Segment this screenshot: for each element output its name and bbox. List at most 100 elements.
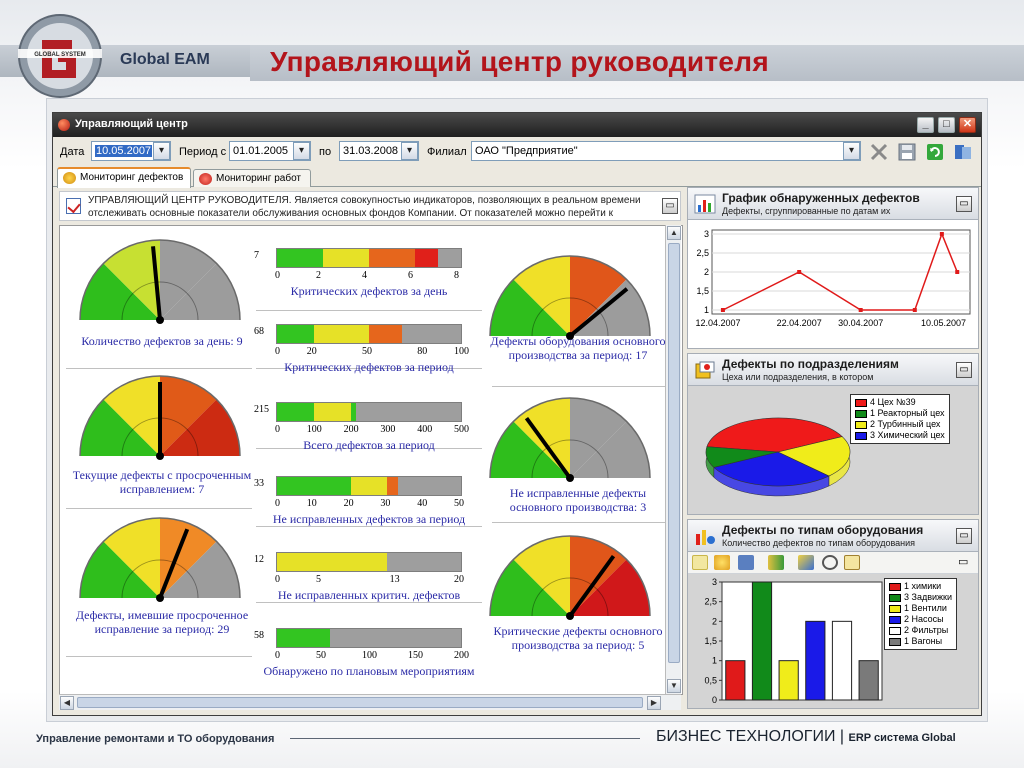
filter-toolbar: Дата 10.05.2007 ▾ Период с 01.01.2005 ▾ … <box>53 137 981 167</box>
legend-swatch <box>889 626 901 635</box>
panel-by-division-restore-button[interactable]: ▭ <box>956 362 972 378</box>
notes-icon[interactable] <box>844 555 860 570</box>
bar[interactable] <box>831 620 853 701</box>
window-title: Управляющий центр <box>75 118 188 130</box>
gauge-caption-daily: Количество дефектов за день: 9 <box>81 334 243 348</box>
close-button[interactable]: ✕ <box>959 117 976 133</box>
chart-type-icon[interactable] <box>768 555 784 570</box>
cancel-icon[interactable] <box>869 142 889 162</box>
bar-tick-label: 30 <box>380 498 391 509</box>
tab-strip: Мониторинг дефектов Мониторинг работ <box>53 167 981 188</box>
gauge <box>79 375 241 460</box>
panel-defects-chart: График обнаруженных дефектов Дефекты, сг… <box>687 187 979 349</box>
info-restore-button[interactable]: ▭ <box>662 198 678 214</box>
divider <box>256 526 482 527</box>
panel-by-equipment-title: Дефекты по типам оборудования <box>722 523 924 537</box>
bar-segment <box>277 477 351 495</box>
legend-swatch <box>889 637 901 646</box>
bar-segment <box>369 325 403 343</box>
gauge-caption-unfixed-main: Не исправленные дефекты основного произв… <box>509 486 647 514</box>
tab-works-label: Мониторинг работ <box>216 173 302 184</box>
gauge <box>79 517 241 602</box>
data-point[interactable] <box>939 232 944 236</box>
bar-tick-label: 0 <box>275 424 280 435</box>
bar-tick-label: 2 <box>316 270 321 281</box>
export-icon[interactable] <box>953 142 973 162</box>
tab-works-monitoring[interactable]: Мониторинг работ <box>193 169 311 187</box>
bar-tick-label: 300 <box>380 424 396 435</box>
legend-item: 1 химики <box>889 581 952 592</box>
period-from-label: Период с <box>179 146 227 158</box>
scroll-up-button[interactable]: ▲ <box>667 226 681 240</box>
bar-segment <box>350 477 388 495</box>
bar-legend: 1 химики 3 Задвижки 1 Вентили 2 Насосы 2 Фил… <box>884 578 957 650</box>
data-point[interactable] <box>912 308 917 312</box>
vertical-scrollbar[interactable]: ▲ ▼ <box>665 225 681 695</box>
legend-item: 3 Химический цех <box>855 430 945 441</box>
bar-segment <box>313 325 369 343</box>
zoom-icon[interactable] <box>822 555 838 570</box>
period-from-dropdown-button[interactable]: ▾ <box>293 142 310 160</box>
bar[interactable] <box>751 581 773 701</box>
bar-tick-label: 20 <box>343 498 354 509</box>
tab-defects-monitoring[interactable]: Мониторинг дефектов <box>57 167 191 188</box>
panel-by-division-subtitle: Цеха или подразделения, в котором <box>722 372 874 382</box>
period-to-dropdown-button[interactable]: ▾ <box>401 142 418 160</box>
chart-mini-toolbar: ▭ <box>688 552 978 574</box>
save-icon[interactable] <box>897 142 917 162</box>
bar-tick-label: 13 <box>389 574 400 585</box>
legend-label: 2 Фильтры <box>904 625 949 635</box>
panel-defects-chart-restore-button[interactable]: ▭ <box>956 196 972 212</box>
scroll-left-button[interactable]: ◀ <box>60 696 74 710</box>
footer-line <box>290 738 640 739</box>
maximize-button[interactable]: □ <box>938 117 955 133</box>
bar-tick-label: 50 <box>454 498 464 509</box>
legend-label: 1 химики <box>904 581 942 591</box>
date-dropdown-button[interactable]: ▾ <box>153 142 170 160</box>
bar[interactable] <box>725 660 746 701</box>
data-point[interactable] <box>720 308 725 312</box>
bar-tick-label: 0 <box>275 346 280 357</box>
panel-by-division-header: Дефекты по подразделениям Цеха или подра… <box>688 354 978 386</box>
window-titlebar[interactable]: Управляющий центр _ □ ✕ <box>53 113 981 137</box>
data-point[interactable] <box>955 270 960 274</box>
data-point[interactable] <box>858 308 863 312</box>
divider <box>256 310 482 311</box>
scroll-down-button[interactable]: ▼ <box>667 679 681 693</box>
defects-line-chart[interactable]: 1 1,5 2 2,5 3 12.04.2007 22.04.2007 30.04.2007 1… <box>688 220 978 348</box>
pointer-tool-icon[interactable] <box>692 555 708 570</box>
minimize-button[interactable]: _ <box>917 117 934 133</box>
horizontal-scrollbar[interactable]: ◀ ▶ <box>59 694 681 710</box>
bar-title: Критических дефектов за период <box>284 360 454 374</box>
branch-dropdown-button[interactable]: ▾ <box>843 142 860 160</box>
bar-segment <box>277 403 314 421</box>
bar-title: Обнаружено по плановым мероприятиям <box>263 664 475 678</box>
rotate-tool-icon[interactable] <box>714 555 730 570</box>
bar-title: Не исправленных дефектов за период <box>272 512 466 526</box>
scroll-right-button[interactable]: ▶ <box>647 696 661 710</box>
bar[interactable] <box>805 620 826 701</box>
refresh-icon[interactable] <box>925 142 945 162</box>
divider <box>492 386 666 387</box>
y-tick-label: 2,5 <box>696 248 709 258</box>
gauge-hub <box>566 612 574 620</box>
chart-restore-icon[interactable]: ▭ <box>958 555 968 568</box>
bar-tick-label: 20 <box>454 574 464 585</box>
horizontal-scroll-thumb[interactable] <box>77 697 643 708</box>
panel-by-equipment-restore-button[interactable]: ▭ <box>956 528 972 544</box>
bar-tick-label: 6 <box>408 270 413 281</box>
legend-item: 3 Задвижки <box>889 592 952 603</box>
pie-legend: 4 Цех №39 1 Реакторный цех 2 Турбинный цех… <box>850 394 950 444</box>
legend-label: 2 Турбинный цех <box>870 419 941 429</box>
bar[interactable] <box>858 660 879 701</box>
bar[interactable] <box>778 660 799 701</box>
bar-track <box>276 476 462 496</box>
move-tool-icon[interactable] <box>798 555 814 570</box>
branch-field[interactable]: ОАО "Предприятие" <box>471 141 861 161</box>
vertical-scroll-thumb[interactable] <box>668 243 680 663</box>
legend-label: 2 Насосы <box>904 614 944 624</box>
data-point[interactable] <box>797 270 802 274</box>
info-banner: УПРАВЛЯЮЩИЙ ЦЕНТР РУКОВОДИТЕЛЯ. Является… <box>59 191 681 221</box>
bar-segment <box>387 477 399 495</box>
save-chart-icon[interactable] <box>738 555 754 570</box>
